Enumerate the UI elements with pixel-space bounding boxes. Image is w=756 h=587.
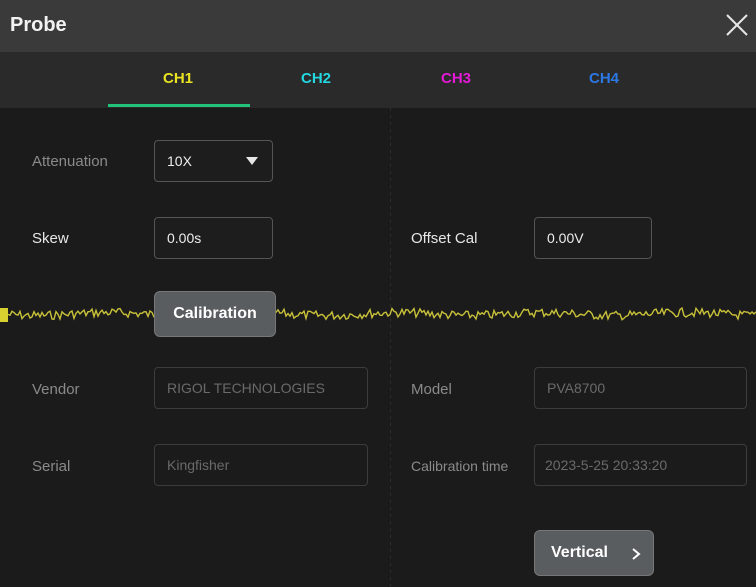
active-tab-indicator bbox=[108, 104, 250, 107]
offset-cal-input[interactable]: 0.00V bbox=[534, 217, 652, 259]
dropdown-caret-icon bbox=[246, 157, 258, 165]
vendor-label: Vendor bbox=[32, 381, 80, 398]
serial-label: Serial bbox=[32, 458, 71, 475]
tab-ch1[interactable]: CH1 bbox=[108, 70, 248, 87]
close-icon[interactable] bbox=[724, 12, 750, 38]
skew-label: Skew bbox=[32, 230, 69, 247]
model-label: Model bbox=[411, 381, 452, 398]
vertical-button[interactable]: Vertical bbox=[534, 530, 654, 576]
vendor-value: RIGOL TECHNOLOGIES bbox=[167, 380, 325, 396]
chevron-right-icon bbox=[632, 548, 641, 560]
vendor-field: RIGOL TECHNOLOGIES bbox=[154, 367, 368, 409]
tab-ch2[interactable]: CH2 bbox=[246, 70, 386, 87]
offset-cal-label: Offset Cal bbox=[411, 230, 478, 247]
calibration-time-label: Calibration time bbox=[411, 458, 509, 474]
model-field: PVA8700 bbox=[534, 367, 747, 409]
attenuation-value: 10X bbox=[167, 153, 192, 169]
attenuation-select[interactable]: 10X bbox=[154, 140, 273, 182]
serial-value: Kingfisher bbox=[167, 457, 230, 473]
tab-ch4[interactable]: CH4 bbox=[534, 70, 674, 87]
title-bar: Probe bbox=[0, 0, 756, 52]
calibration-time-field: 2023-5-25 20:33:20 bbox=[534, 444, 747, 486]
serial-field: Kingfisher bbox=[154, 444, 368, 486]
offset-cal-value: 0.00V bbox=[547, 230, 584, 246]
column-divider bbox=[390, 108, 391, 587]
vertical-button-label: Vertical bbox=[551, 544, 608, 561]
model-value: PVA8700 bbox=[547, 380, 606, 396]
tab-ch3[interactable]: CH3 bbox=[386, 70, 526, 87]
calibration-button[interactable]: Calibration bbox=[154, 291, 276, 337]
probe-dialog: Probe CH1 CH2 CH3 CH4 Attenuation 10X Sk… bbox=[0, 0, 756, 587]
skew-value: 0.00s bbox=[167, 230, 202, 246]
channel-tab-bar: CH1 CH2 CH3 CH4 bbox=[0, 52, 756, 108]
attenuation-label: Attenuation bbox=[32, 153, 108, 170]
dialog-title: Probe bbox=[10, 14, 67, 36]
calibration-time-value: 2023-5-25 20:33:20 bbox=[545, 457, 668, 473]
skew-input[interactable]: 0.00s bbox=[154, 217, 273, 259]
waveform-trace bbox=[0, 306, 756, 323]
